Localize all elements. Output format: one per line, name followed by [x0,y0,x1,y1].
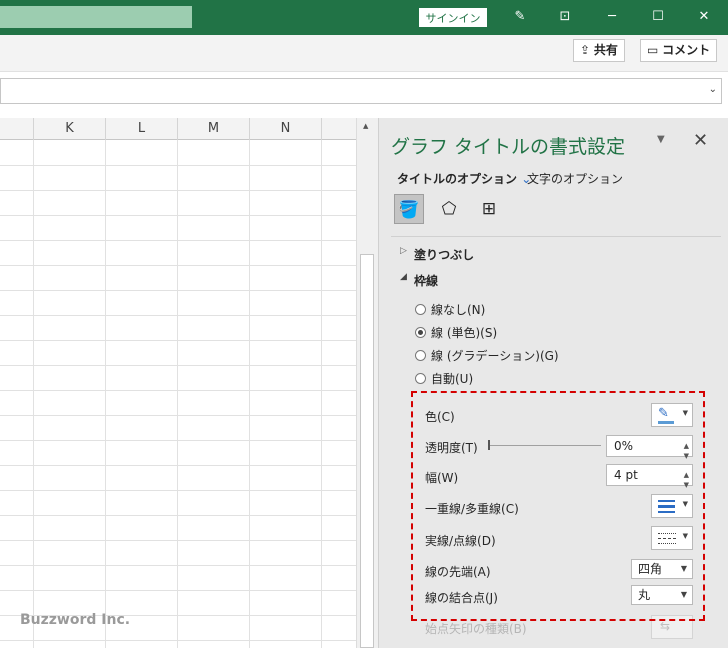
signin-button[interactable]: サインイン [419,8,487,27]
radio-gradient-line-label: 線 (グラデーション)(G) [431,349,559,363]
column-header-k[interactable]: K [34,118,106,140]
grid-line [249,140,250,648]
radio-no-line-label: 線なし(N) [431,303,486,317]
radio-automatic[interactable] [415,373,426,384]
tab-text-options[interactable]: 文字のオプション [527,170,623,187]
worksheet-grid[interactable]: K L M N ( [0,118,356,648]
close-icon[interactable]: ✕ [695,8,713,26]
grid-line [0,165,356,166]
pane-options-icon[interactable]: ▼ [657,134,665,145]
watermark: Buzzword Inc. [20,612,131,628]
grid-line [0,490,356,491]
vertical-scrollbar[interactable]: ▲ [356,118,378,648]
radio-solid-line-label: 線 (単色)(S) [431,326,498,340]
column-header-l[interactable]: L [106,118,178,140]
ribbon-display-icon[interactable]: ⊡ [556,8,574,26]
grid-line [0,415,356,416]
radio-no-line[interactable] [415,304,426,315]
effects-pentagon-icon[interactable]: ⬠ [434,194,464,224]
scroll-up-icon[interactable]: ▲ [363,122,368,130]
grid-line [0,640,356,641]
minimize-icon[interactable]: ─ [603,8,621,26]
scrollbar-thumb[interactable] [360,254,374,648]
radio-gradient-line[interactable] [415,350,426,361]
pane-close-icon[interactable]: ✕ [693,130,708,151]
share-button[interactable]: ⇪ 共有 [573,39,625,62]
tab-title-options[interactable]: タイトルのオプション ⌄ [397,170,531,187]
expand-formula-icon[interactable]: ⌄ [709,84,717,95]
column-header-n[interactable]: N [250,118,322,140]
pane-divider [391,236,721,237]
grid-line [0,390,356,391]
document-title-field[interactable] [0,6,192,28]
begin-arrow-type-label: 始点矢印の種類(B) [425,622,527,636]
grid-line [0,440,356,441]
grid-line [0,540,356,541]
grid-line [0,240,356,241]
grid-line [33,140,34,648]
section-line[interactable]: 枠線 [414,272,438,289]
grid-line [0,590,356,591]
tab-title-options-label: タイトルのオプション [397,172,518,186]
comment-icon: ▭ [647,43,663,57]
grid-line [177,140,178,648]
grid-line [105,140,106,648]
column-header-blank [0,118,34,140]
pane-title: グラフ タイトルの書式設定 [391,136,626,158]
column-header-m[interactable]: M [178,118,250,140]
grid-line [0,365,356,366]
grid-line [0,215,356,216]
fill-line-icon[interactable]: 🪣 [394,194,424,224]
comment-label: コメント [662,43,711,57]
size-properties-icon[interactable]: ⊞ [474,194,504,224]
collapse-down-icon[interactable]: ◢ [400,272,407,282]
grid-line [0,190,356,191]
grid-line [0,515,356,516]
grid-line [0,565,356,566]
formula-bar[interactable]: ⌄ [0,78,722,104]
share-label: 共有 [593,43,618,57]
pen-icon[interactable]: ✎ [511,8,529,26]
section-fill[interactable]: 塗りつぶし [414,246,474,263]
grid-line [0,290,356,291]
expand-right-icon[interactable]: ▷ [400,246,407,256]
grid-line [0,340,356,341]
grid-line [0,265,356,266]
arrow-icon: ⇆ [660,619,671,633]
radio-solid-line[interactable] [415,327,426,338]
radio-automatic-label: 自動(U) [431,372,474,386]
grid-line [321,140,322,648]
highlight-box [411,391,705,621]
share-icon: ⇪ [580,43,594,57]
column-header-row: K L M N ( [0,118,356,140]
grid-line [0,315,356,316]
column-header-o[interactable]: ( [322,118,356,140]
maximize-icon[interactable]: ☐ [649,8,667,26]
comment-button[interactable]: ▭ コメント [640,39,718,62]
grid-line [0,465,356,466]
